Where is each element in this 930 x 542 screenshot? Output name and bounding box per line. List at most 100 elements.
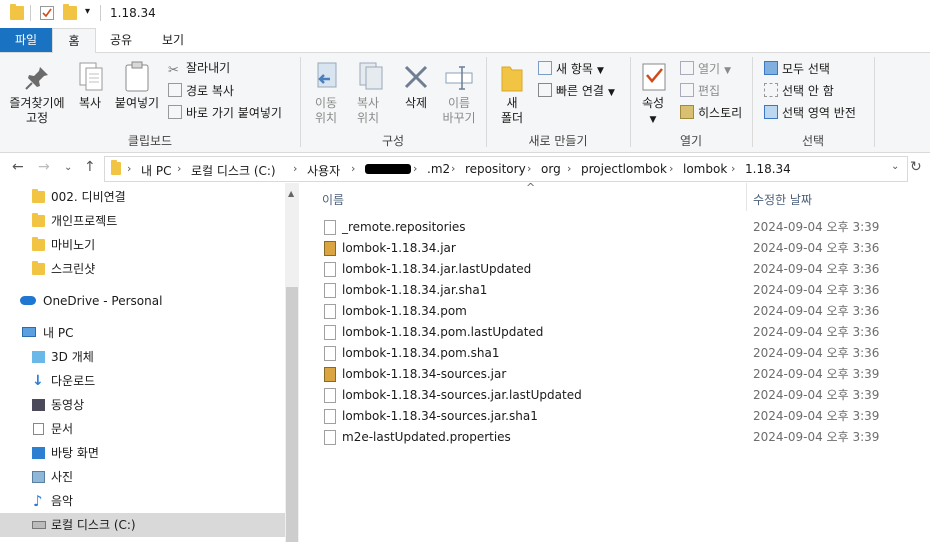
copy-to-button[interactable]: 복사 위치: [348, 96, 388, 126]
new-folder-quick-icon[interactable]: [63, 4, 77, 20]
divider: [100, 5, 101, 21]
new-item-button[interactable]: 새 항목 ▼: [538, 61, 604, 79]
crumb-current[interactable]: 1.18.34: [745, 162, 791, 176]
file-row[interactable]: lombok-1.18.34.pom.sha1 2024-09-04 오후 3:…: [322, 343, 922, 364]
chevron-right-icon: ›: [351, 162, 356, 175]
nav-item-3d-objects[interactable]: 3D 개체: [32, 346, 94, 368]
cube-icon: [32, 351, 45, 363]
nav-item-onedrive[interactable]: OneDrive - Personal: [20, 290, 162, 312]
chevron-down-icon: ▼: [607, 88, 615, 98]
column-header-name[interactable]: 이름: [322, 191, 344, 208]
paste-button[interactable]: 붙여넣기: [110, 96, 164, 111]
move-to-button[interactable]: 이동 위치: [306, 96, 346, 126]
file-row[interactable]: _remote.repositories 2024-09-04 오후 3:39: [322, 217, 922, 238]
quick-access-dropdown-icon[interactable]: ▾: [85, 6, 90, 17]
nav-item-folder[interactable]: 마비노기: [32, 234, 95, 256]
file-row[interactable]: lombok-1.18.34.jar.sha1 2024-09-04 오후 3:…: [322, 280, 922, 301]
cut-button[interactable]: ✂ 잘라내기: [168, 61, 230, 78]
history-icon: [680, 105, 694, 119]
nav-item-downloads[interactable]: ↓ 다운로드: [32, 370, 95, 392]
chevron-down-icon: ▼: [596, 66, 604, 76]
back-icon[interactable]: ←: [12, 159, 24, 175]
file-row[interactable]: lombok-1.18.34.pom.lastUpdated 2024-09-0…: [322, 322, 922, 343]
nav-item-folder[interactable]: 002. 디비연결: [32, 186, 126, 208]
column-header-date[interactable]: 수정한 날짜: [753, 191, 812, 208]
clipboard-group-label: 클립보드: [127, 134, 173, 148]
tab-file[interactable]: 파일: [0, 28, 52, 52]
properties-button[interactable]: 속성 ▼: [634, 96, 672, 128]
crumb-projectlombok[interactable]: projectlombok: [581, 162, 667, 176]
select-all-button[interactable]: 모두 선택: [764, 61, 830, 77]
file-row[interactable]: lombok-1.18.34-sources.jar.sha1 2024-09-…: [322, 406, 922, 427]
properties-label: 속성: [641, 96, 665, 110]
rename-button[interactable]: 이름 바꾸기: [438, 96, 480, 126]
crumb-local-disk[interactable]: 로컬 디스크 (C:): [191, 162, 276, 179]
nav-item-music[interactable]: ♪ 음악: [32, 490, 73, 512]
file-row[interactable]: lombok-1.18.34.jar 2024-09-04 오후 3:36: [322, 238, 922, 259]
select-none-button[interactable]: 선택 안 함: [764, 83, 834, 99]
folder-icon: [32, 261, 45, 275]
file-row[interactable]: lombok-1.18.34.pom 2024-09-04 오후 3:36: [322, 301, 922, 322]
file-date: 2024-09-04 오후 3:39: [753, 388, 880, 402]
new-folder-button[interactable]: 새 폴더: [494, 96, 530, 126]
nav-item-label: 스크린샷: [51, 262, 96, 276]
nav-item-label: 다운로드: [51, 374, 96, 388]
invert-selection-button[interactable]: 선택 영역 반전: [764, 105, 856, 121]
copy-path-label: 경로 복사: [186, 84, 234, 98]
file-row[interactable]: lombok-1.18.34-sources.jar.lastUpdated 2…: [322, 385, 922, 406]
file-row[interactable]: lombok-1.18.34-sources.jar 2024-09-04 오후…: [322, 364, 922, 385]
open-button[interactable]: 열기 ▼: [680, 61, 731, 79]
nav-item-label: 로컬 디스크 (C:): [51, 518, 136, 532]
file-date: 2024-09-04 오후 3:39: [753, 409, 880, 423]
forward-icon[interactable]: →: [38, 159, 50, 175]
file-icon: [324, 283, 336, 298]
nav-item-folder[interactable]: 개인프로젝트: [32, 210, 117, 232]
nav-item-documents[interactable]: 문서: [32, 418, 73, 440]
easy-access-button[interactable]: 빠른 연결 ▼: [538, 83, 615, 101]
delete-button[interactable]: 삭제: [398, 96, 434, 111]
rename-icon: [444, 63, 474, 93]
address-dropdown-icon[interactable]: ⌄: [891, 161, 899, 172]
crumb-m2[interactable]: .m2: [427, 162, 450, 176]
recent-locations-icon[interactable]: ⌄: [64, 162, 72, 173]
crumb-repository[interactable]: repository: [465, 162, 526, 176]
file-icon: [324, 220, 336, 235]
properties-quick-icon[interactable]: [40, 6, 54, 20]
up-icon[interactable]: ↑: [84, 159, 96, 175]
history-button[interactable]: 히스토리: [680, 105, 742, 121]
tab-home[interactable]: 홈: [52, 28, 96, 54]
nav-item-desktop[interactable]: 바탕 화면: [32, 442, 99, 464]
tab-share[interactable]: 공유: [98, 28, 144, 52]
crumb-lombok[interactable]: lombok: [683, 162, 727, 176]
refresh-icon[interactable]: ↻: [910, 159, 922, 175]
nav-item-folder[interactable]: 스크린샷: [32, 258, 95, 280]
tab-view[interactable]: 보기: [150, 28, 196, 52]
file-row[interactable]: m2e-lastUpdated.properties 2024-09-04 오후…: [322, 427, 922, 448]
crumb-this-pc[interactable]: 내 PC: [141, 162, 171, 179]
open-label: 열기: [698, 62, 721, 76]
copy-path-button[interactable]: 경로 복사: [168, 83, 234, 99]
file-row[interactable]: lombok-1.18.34.jar.lastUpdated 2024-09-0…: [322, 259, 922, 280]
crumb-users[interactable]: 사용자: [307, 162, 340, 179]
copy-button[interactable]: 복사: [70, 96, 110, 111]
paste-shortcut-button[interactable]: 바로 가기 붙여넣기: [168, 105, 282, 121]
edit-button[interactable]: 편집: [680, 83, 720, 99]
nav-item-label: OneDrive - Personal: [43, 294, 163, 308]
scroll-up-icon[interactable]: ▲: [288, 189, 294, 198]
nav-scrollbar-thumb[interactable]: [286, 287, 298, 542]
crumb-org[interactable]: org: [541, 162, 561, 176]
redacted-username[interactable]: [365, 164, 411, 174]
nav-item-label: 개인프로젝트: [51, 214, 118, 228]
nav-item-videos[interactable]: 동영상: [32, 394, 84, 416]
delete-icon: [402, 63, 432, 93]
nav-item-this-pc[interactable]: 내 PC: [20, 322, 73, 344]
nav-item-label: 바탕 화면: [51, 446, 99, 460]
file-name: lombok-1.18.34.pom.lastUpdated: [342, 325, 544, 339]
title-bar: ▾ 1.18.34: [0, 0, 930, 28]
pin-to-quick-access-button[interactable]: 즐겨찾기에 고정: [2, 96, 72, 126]
nav-item-local-disk[interactable]: 로컬 디스크 (C:): [32, 514, 136, 536]
address-bar[interactable]: › 내 PC › 로컬 디스크 (C:) › 사용자 › › .m2 › rep…: [104, 156, 908, 182]
chevron-right-icon: ›: [127, 162, 132, 175]
file-icon: [324, 430, 336, 445]
nav-item-pictures[interactable]: 사진: [32, 466, 73, 488]
